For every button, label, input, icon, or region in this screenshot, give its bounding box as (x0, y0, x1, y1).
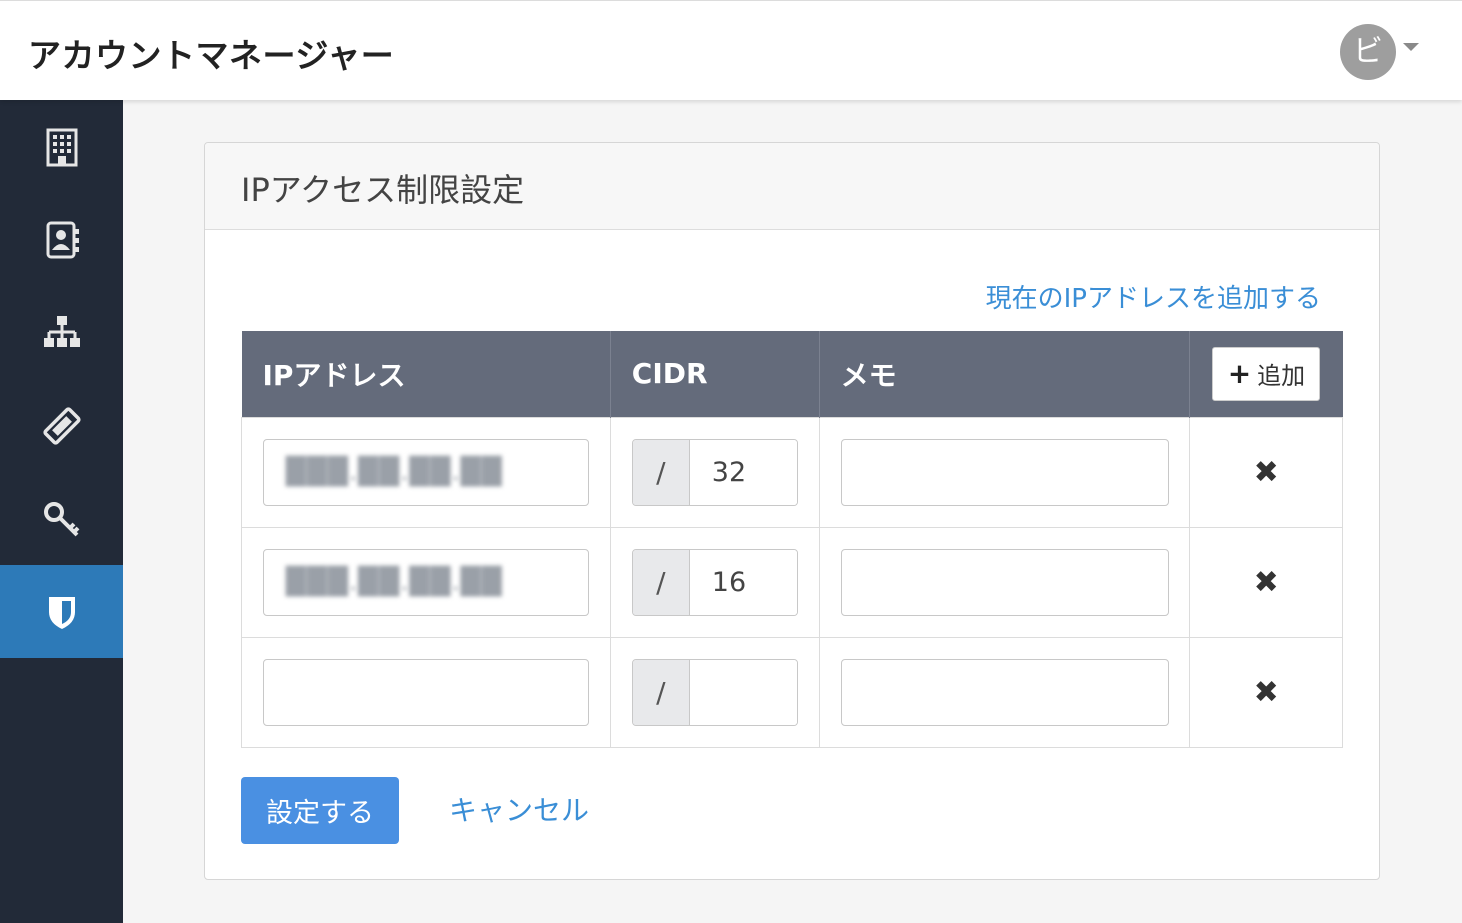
cell-cidr: / 16 (609, 526, 820, 638)
cidr-input[interactable] (689, 659, 797, 725)
building-icon (46, 128, 77, 166)
top-header: アカウントマネージャー ビ (0, 0, 1462, 100)
cell-ip: ███.██.██.██ (241, 416, 611, 528)
ip-table: IPアドレス CIDR メモ + 追加 ███.██.██.██ / 32 ✖ … (241, 331, 1343, 748)
memo-input[interactable] (840, 658, 1169, 726)
cidr-input[interactable]: 32 (689, 439, 797, 505)
cell-memo (818, 526, 1191, 638)
column-header-ip: IPアドレス (241, 331, 611, 417)
ip-address-value: ███.██.██.██ (286, 567, 503, 597)
page-title: IPアクセス制限設定 (241, 171, 525, 209)
app-title: アカウントマネージャー (28, 36, 395, 75)
cidr-input-group: / 32 (631, 438, 798, 506)
add-row-label: 追加 (1257, 362, 1306, 391)
column-header-actions: + 追加 (1189, 331, 1343, 417)
contact-book-icon (46, 221, 79, 258)
cidr-slash-addon: / (632, 549, 690, 615)
cell-delete: ✖ (1189, 526, 1343, 638)
cell-cidr: / (609, 636, 820, 748)
plus-icon: + (1227, 356, 1252, 390)
sidebar-item-organization-chart[interactable] (0, 286, 123, 379)
memo-input[interactable] (840, 438, 1169, 506)
column-header-memo: メモ (819, 331, 1191, 417)
cell-delete: ✖ (1189, 416, 1343, 528)
shield-icon (48, 596, 75, 629)
table-row: ███.██.██.██ / 16 ✖ (241, 526, 1343, 638)
delete-row-icon[interactable]: ✖ (1254, 455, 1279, 490)
cidr-input-group: / 16 (631, 548, 798, 616)
cidr-slash-addon: / (632, 659, 690, 725)
delete-row-icon[interactable]: ✖ (1254, 565, 1279, 600)
sidebar-item-security[interactable] (0, 565, 123, 658)
column-header-cidr: CIDR (610, 331, 820, 417)
cell-ip: ███.██.██.██ (241, 526, 611, 638)
sidebar-item-keys[interactable] (0, 472, 123, 565)
cidr-input-group: / (631, 658, 798, 726)
ip-restriction-panel: IPアクセス制限設定 現在のIPアドレスを追加する IPアドレス CIDR メモ… (204, 142, 1380, 880)
sidebar (0, 100, 123, 923)
table-row: ███.██.██.██ / 32 ✖ (241, 416, 1343, 528)
org-chart-icon (43, 315, 80, 347)
cidr-slash-addon: / (632, 439, 690, 505)
add-current-ip-link[interactable]: 現在のIPアドレスを追加する (986, 278, 1321, 315)
table-header-row: IPアドレス CIDR メモ + 追加 (241, 331, 1343, 417)
ip-address-input[interactable]: ███.██.██.██ (263, 548, 589, 616)
table-row: / ✖ (241, 636, 1343, 748)
memo-input[interactable] (840, 548, 1169, 616)
submit-button[interactable]: 設定する (241, 777, 399, 844)
cell-delete: ✖ (1189, 636, 1343, 748)
key-icon (43, 501, 79, 536)
cell-memo (818, 416, 1191, 528)
cell-ip (241, 636, 611, 748)
ip-address-input[interactable] (263, 658, 589, 726)
cidr-input[interactable]: 16 (689, 549, 797, 615)
chevron-down-icon[interactable] (1403, 43, 1419, 51)
sidebar-item-tickets[interactable] (0, 379, 123, 472)
cell-cidr: / 32 (609, 416, 820, 528)
sidebar-item-contacts[interactable] (0, 193, 123, 286)
ticket-icon (42, 406, 81, 445)
ip-address-input[interactable]: ███.██.██.██ (263, 438, 589, 506)
user-avatar[interactable]: ビ (1340, 24, 1396, 80)
cancel-link[interactable]: キャンセル (449, 789, 589, 829)
sidebar-item-organization[interactable] (0, 100, 123, 193)
cell-memo (818, 636, 1191, 748)
panel-header: IPアクセス制限設定 (205, 143, 1379, 230)
delete-row-icon[interactable]: ✖ (1254, 675, 1279, 710)
add-row-button[interactable]: + 追加 (1212, 346, 1321, 401)
ip-address-value: ███.██.██.██ (286, 457, 503, 487)
